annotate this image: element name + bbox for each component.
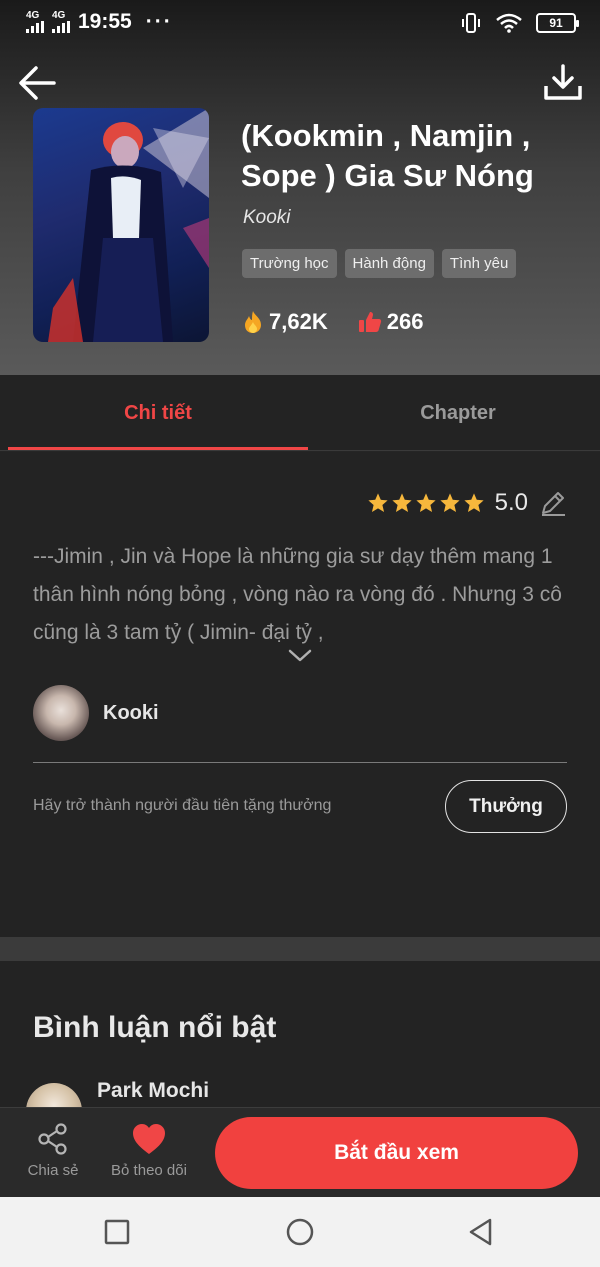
home-icon[interactable] (285, 1217, 315, 1247)
cover-artwork (48, 108, 209, 342)
unfollow-button[interactable]: Bỏ theo dõi (103, 1122, 195, 1179)
status-time: 19:55 (78, 10, 132, 33)
status-bar: 4G 4G 19:55 ··· 91 (0, 0, 600, 46)
start-reading-button[interactable]: Bắt đầu xem (215, 1117, 578, 1189)
book-title: (Kookmin , Namjin , Sope ) Gia Sư Nóng (241, 118, 534, 193)
featured-comments: Bình luận nổi bật Park Mochi (0, 961, 600, 1107)
bottom-action-bar: Chia sẻ Bỏ theo dõi Bắt đầu xem (0, 1107, 600, 1197)
battery-indicator: 91 (536, 13, 579, 33)
divider (33, 762, 567, 763)
recent-apps-icon[interactable] (102, 1217, 132, 1247)
detail-section: 5.0 ---Jimin , Jin và Hope là những gia … (0, 452, 600, 937)
likes-stat: 266 (358, 309, 424, 335)
book-cover-image[interactable] (33, 108, 209, 342)
share-label: Chia sẻ (27, 1162, 79, 1179)
unfollow-label: Bỏ theo dõi (111, 1162, 187, 1179)
star-icon (392, 493, 412, 512)
share-button[interactable]: Chia sẻ (22, 1122, 84, 1179)
uploader[interactable]: Kooki (33, 685, 159, 741)
section-separator (0, 937, 600, 961)
system-navigation-bar (0, 1197, 600, 1267)
genre-tag[interactable]: Trường học (242, 249, 337, 278)
rating: 5.0 (367, 488, 568, 518)
likes-count: 266 (386, 309, 424, 334)
network-indicator-1: 4G (26, 11, 44, 33)
download-button[interactable] (540, 60, 586, 106)
rating-value: 5.0 (494, 489, 528, 516)
star-rating (367, 492, 485, 514)
reward-button[interactable]: Thưởng (445, 780, 567, 833)
heart-icon (133, 1124, 165, 1154)
book-stats: 7,62K 266 (242, 309, 423, 335)
views-count: 7,62K (269, 309, 328, 334)
genre-tag[interactable]: Tình yêu (441, 249, 517, 278)
network-indicator-2: 4G (52, 11, 70, 33)
tab-chapter[interactable]: Chapter (308, 375, 600, 451)
tab-details[interactable]: Chi tiết (8, 375, 308, 451)
active-tab-indicator (8, 447, 308, 450)
thumbs-up-icon (358, 312, 381, 332)
book-description: ---Jimin , Jin và Hope là những gia sư d… (33, 545, 562, 644)
download-icon (544, 64, 582, 100)
comment-username[interactable]: Park Mochi (97, 1079, 209, 1103)
book-header: 4G 4G 19:55 ··· 91 (Kookmin , Namjin , S… (0, 0, 600, 375)
back-button[interactable] (14, 60, 60, 106)
uploader-name: Kooki (103, 701, 159, 724)
vibrate-icon (462, 13, 480, 33)
tab-bar: Chi tiết Chapter (0, 375, 600, 451)
star-icon (440, 493, 460, 512)
comments-title: Bình luận nổi bật (33, 1011, 277, 1044)
fire-icon (245, 311, 261, 333)
back-nav-icon[interactable] (466, 1217, 496, 1247)
pencil-icon[interactable] (538, 488, 568, 518)
star-icon (368, 493, 388, 512)
star-icon (464, 493, 484, 512)
views-stat: 7,62K (242, 309, 328, 335)
avatar (33, 685, 89, 741)
genre-tags: Trường học Hành động Tình yêu (242, 249, 517, 278)
chevron-down-icon[interactable] (287, 648, 313, 664)
arrow-left-icon (19, 66, 56, 100)
star-icon (416, 493, 436, 512)
share-icon (38, 1123, 67, 1155)
notification-dots: ··· (145, 10, 173, 33)
author-name[interactable]: Kooki (243, 207, 291, 229)
wifi-icon (496, 13, 522, 33)
avatar[interactable] (26, 1083, 82, 1107)
reward-prompt: Hãy trở thành người đầu tiên tặng thưởng (33, 797, 332, 814)
genre-tag[interactable]: Hành động (344, 249, 434, 278)
